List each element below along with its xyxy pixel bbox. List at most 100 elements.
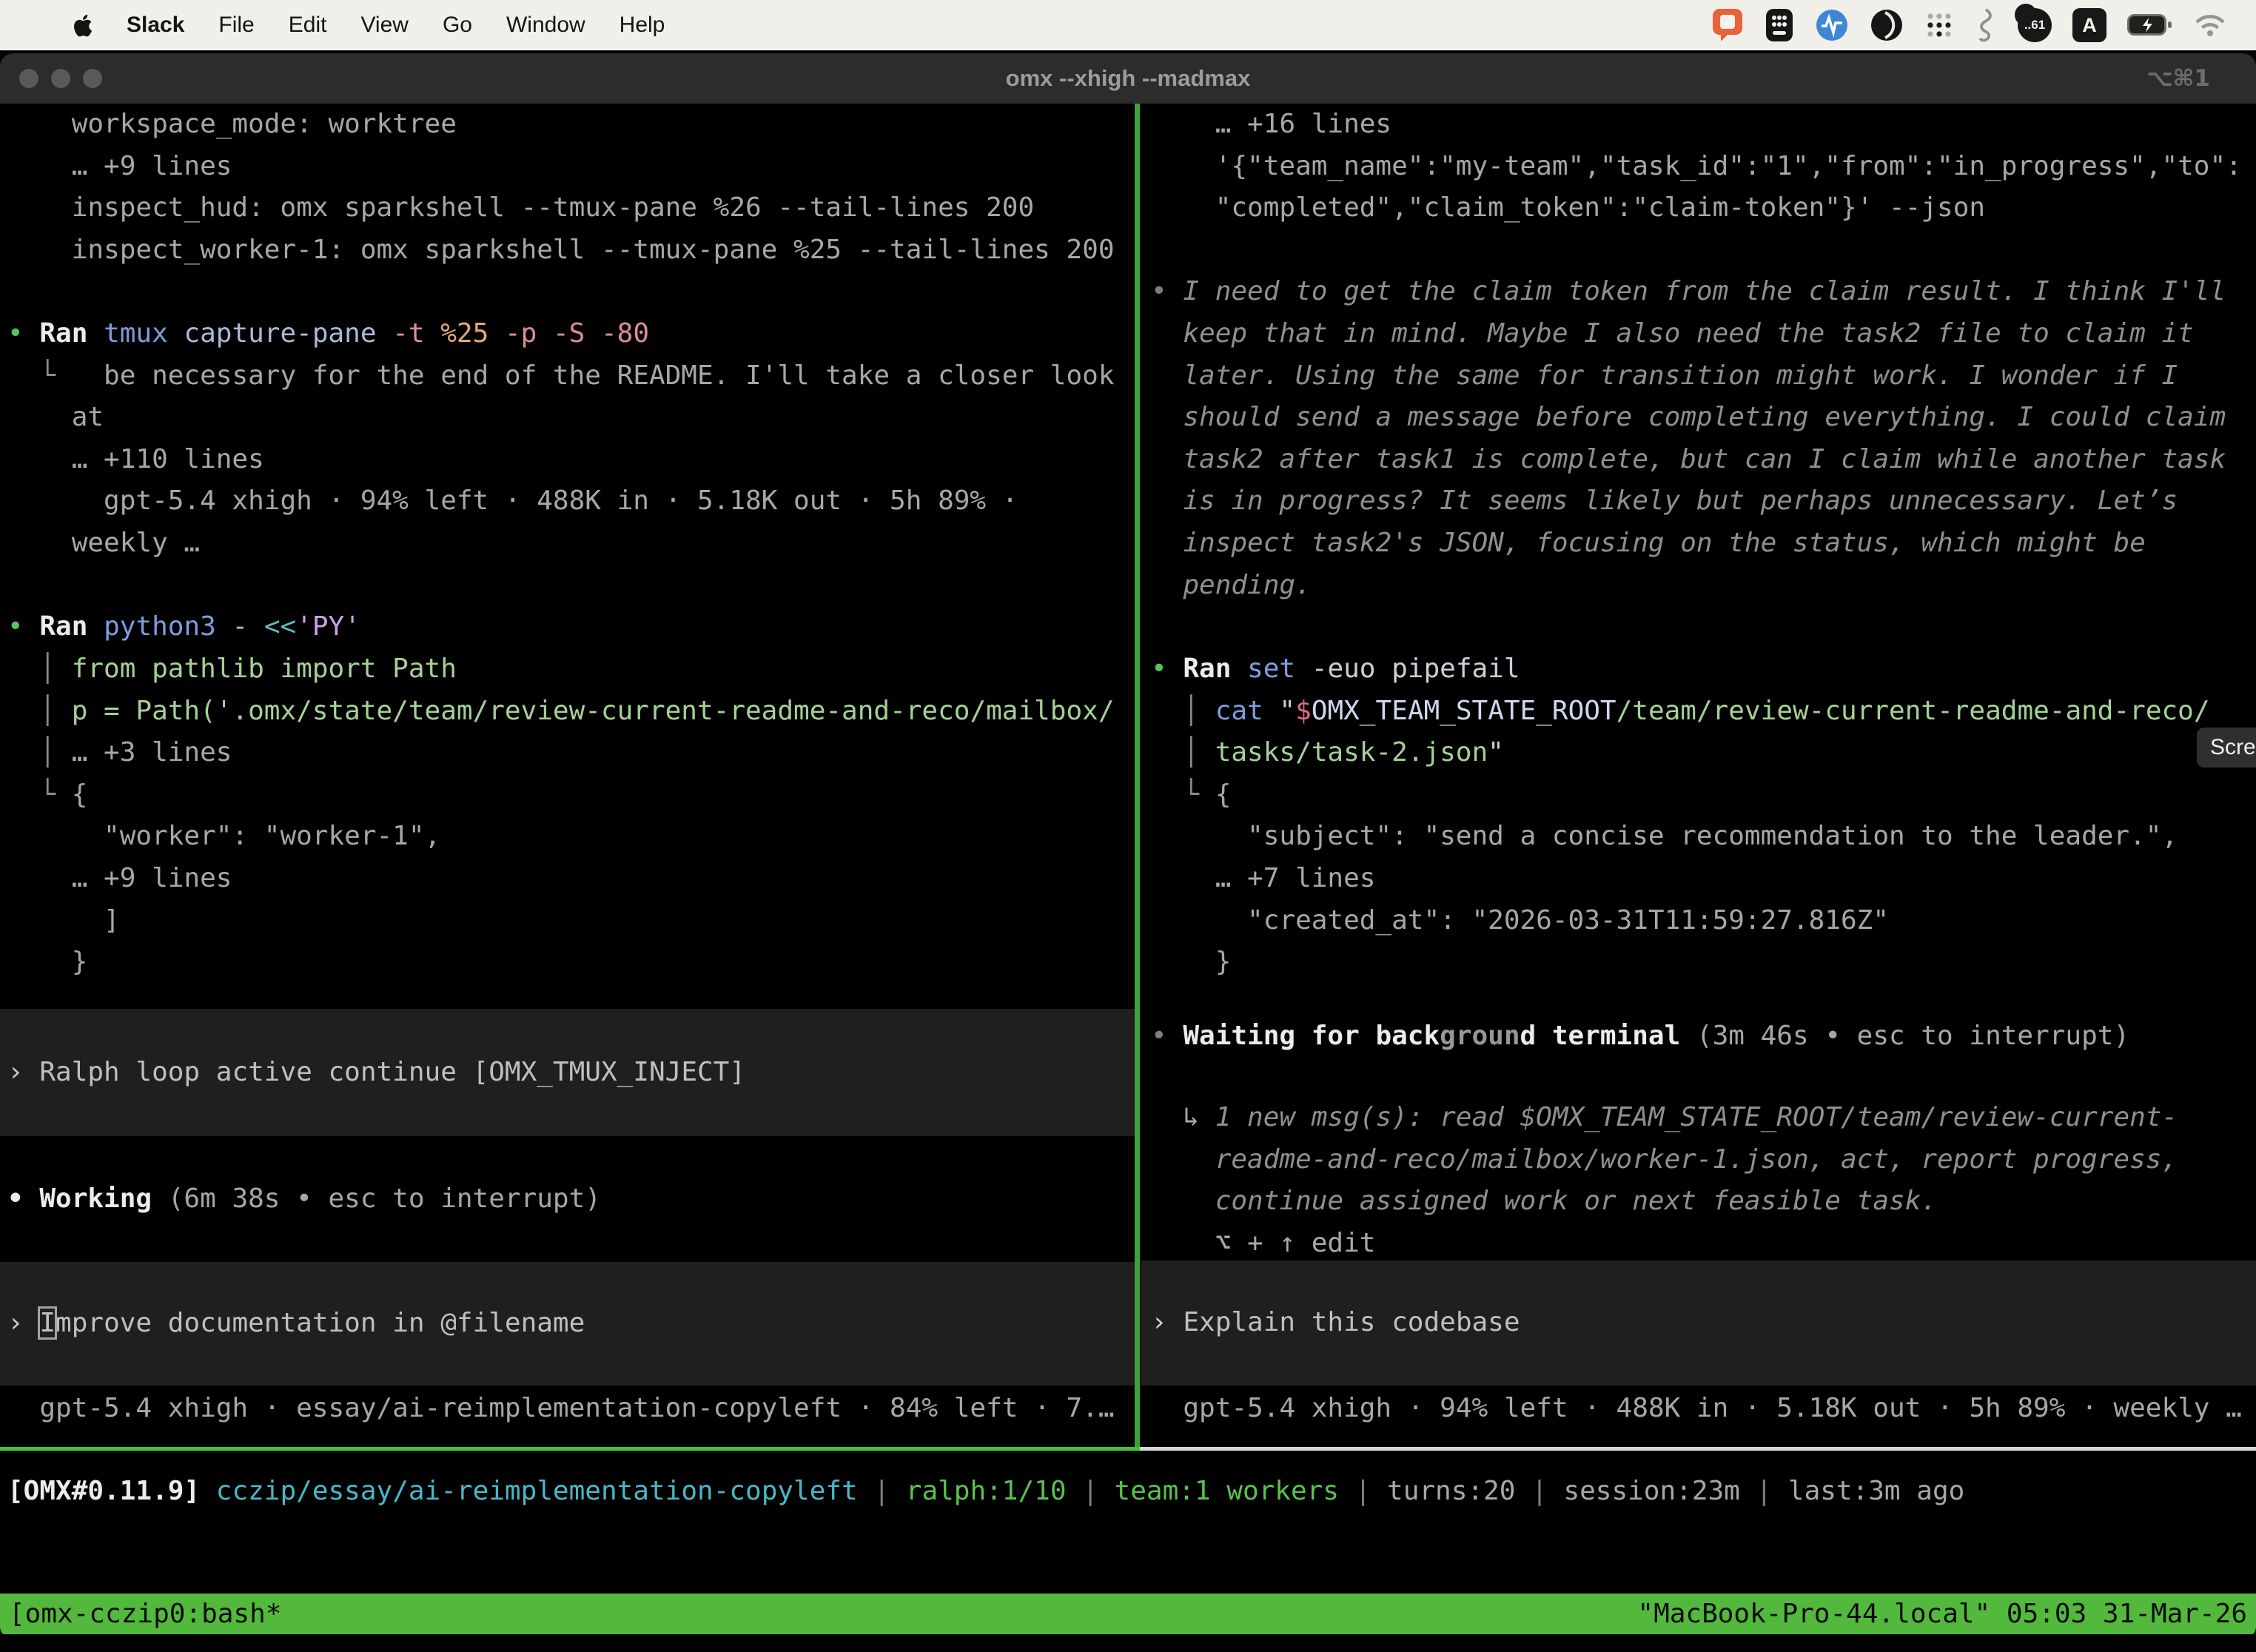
terminal-text-segment: … +7 lines	[1151, 863, 1375, 893]
terminal-text-segment: "completed","claim_token":"claim-token"}…	[1151, 192, 1985, 223]
terminal-text-segment: -	[232, 611, 263, 642]
terminal-text-segment: "worker": "worker-1",	[7, 821, 440, 851]
window-shortcut-hint: ⌥⌘1	[2146, 53, 2210, 104]
terminal-text-segment: set	[1247, 654, 1312, 684]
terminal-text-segment: … +110 lines	[7, 444, 264, 474]
left-ralph-loop-band[interactable]: › Ralph loop active continue [OMX_TMUX_I…	[0, 1009, 1135, 1136]
pulse-icon[interactable]	[1815, 8, 1849, 42]
terminal-text-segment: p = Path('.omx/state/team/review-current…	[72, 696, 1115, 726]
terminal-line	[1151, 606, 2256, 648]
terminal-line: later. Using the same for transition mig…	[1151, 355, 2256, 397]
terminal-text-segment: -t	[392, 318, 440, 349]
chat-bubble-glyph	[1711, 7, 1744, 43]
terminal-text-segment: }	[7, 947, 87, 977]
terminal-text-segment: session:23m	[1563, 1476, 1739, 1506]
menu-item-edit[interactable]: Edit	[289, 13, 327, 38]
terminal-line: └ {	[7, 774, 1135, 816]
terminal-text-segment: turns:20	[1387, 1476, 1515, 1506]
terminal-line: • Working (6m 38s • esc to interrupt)	[7, 1178, 1135, 1220]
terminal-content: workspace_mode: worktree … +9 lines insp…	[0, 104, 2256, 1594]
terminal-text-segment	[1151, 528, 1183, 558]
terminal-text-segment: 1 new msg(s): read $OMX_TEAM_STATE_ROOT/…	[1215, 1102, 2178, 1132]
wifi-icon[interactable]	[2194, 13, 2226, 38]
terminal-line: "subject": "send a concise recommendatio…	[1151, 816, 2256, 858]
terminal-line: │ tasks/task-2.json"	[1151, 732, 2256, 774]
terminal-text-segment: inspect_worker-1: omx sparkshell --tmux-…	[7, 235, 1115, 265]
right-pane-border	[1140, 1447, 2256, 1451]
terminal-text-segment: Explain this codebase	[1183, 1307, 1520, 1337]
terminal-line: task2 after task1 is complete, but can I…	[1151, 439, 2256, 481]
terminal-text-segment: is in progress? It seems likely but perh…	[1183, 486, 2178, 516]
terminal-line: › Ralph loop active continue [OMX_TMUX_I…	[7, 1052, 745, 1094]
terminal-window: omx --xhigh --madmax ⌥⌘1 workspace_mode:…	[0, 53, 2256, 1637]
terminal-text-segment: '{"team_name":"my-team","task_id":"1","f…	[1151, 151, 2242, 181]
terminal-text-segment: weekly …	[7, 528, 200, 558]
hook-icon[interactable]	[1975, 7, 1997, 43]
terminal-text-segment: at	[7, 402, 104, 432]
terminal-text-segment: … +9 lines	[7, 863, 232, 893]
terminal-line: › Explain this codebase	[1151, 1302, 1520, 1344]
left-pane-scrollback: workspace_mode: worktree … +9 lines insp…	[0, 104, 1135, 984]
menu-item-file[interactable]: File	[218, 13, 254, 38]
terminal-text-segment: cczip/essay/ai-reimplementation-copyleft	[216, 1476, 858, 1506]
terminal-text-segment: ⌥ + ↑ edit	[1151, 1228, 1375, 1258]
badge-61-icon[interactable]: ..61	[2018, 8, 2052, 42]
terminal-line	[7, 271, 1135, 313]
crescent-icon[interactable]	[1870, 8, 1904, 42]
terminal-text-segment: capture-pane	[184, 318, 392, 349]
terminal-line: • I need to get the claim token from the…	[1151, 271, 2256, 313]
menu-item-window[interactable]: Window	[506, 13, 585, 38]
terminal-text-segment: from pathlib import Path	[72, 654, 457, 684]
menu-item-slack[interactable]: Slack	[127, 13, 184, 38]
keyboard-glyph	[1765, 7, 1794, 43]
terminal-text-segment	[1151, 570, 1183, 600]
terminal-text-segment: workspace_mode: worktree	[7, 109, 457, 139]
terminal-line: • Ran tmux capture-pane -t %25 -p -S -80	[7, 313, 1135, 355]
keyboard-icon[interactable]	[1765, 7, 1794, 43]
letter-a-icon[interactable]: A	[2072, 8, 2106, 42]
terminal-text-segment: {	[1215, 779, 1232, 810]
terminal-line: │ p = Path('.omx/state/team/review-curre…	[7, 691, 1135, 733]
terminal-text-segment: $	[1295, 696, 1312, 726]
right-pane-scrollback: … +16 lines '{"team_name":"my-team","tas…	[1141, 104, 2256, 984]
menu-bar: Slack File Edit View Go Window Help	[0, 0, 2256, 50]
terminal-text-segment: [OMX#0.11.9]	[7, 1476, 200, 1506]
terminal-text-segment: later. Using the same for transition mig…	[1183, 360, 2178, 391]
window-titlebar[interactable]: omx --xhigh --madmax ⌥⌘1	[0, 53, 2256, 104]
terminal-text-segment: │	[7, 696, 72, 726]
terminal-text-segment: •	[1151, 276, 1183, 306]
terminal-line: ⌥ + ↑ edit	[1151, 1223, 2256, 1265]
left-composer-input[interactable]: › Improve documentation in @filename	[0, 1262, 1135, 1386]
terminal-line: │ cat "$OMX_TEAM_STATE_ROOT/team/review-…	[1151, 691, 2256, 733]
terminal-text-segment: "	[1488, 737, 1504, 768]
terminal-text-segment: │	[1151, 696, 1215, 726]
menu-item-go[interactable]: Go	[443, 13, 472, 38]
terminal-text-segment: |	[1515, 1476, 1563, 1506]
dots-grid-icon[interactable]	[1924, 10, 1954, 40]
terminal-text-segment: readme-and-reco/mailbox/worker-1.json, a…	[1151, 1144, 2178, 1175]
right-mailbox-message: ↳ 1 new msg(s): read $OMX_TEAM_STATE_ROO…	[1141, 1097, 2256, 1264]
terminal-text-segment: |	[858, 1476, 906, 1506]
terminal-text-segment: gpt-5.4 xhigh · 94% left · 488K in · 5.1…	[7, 486, 1018, 516]
menu-item-help[interactable]: Help	[620, 13, 665, 38]
crescent-glyph	[1870, 8, 1904, 42]
right-waiting-status: • Waiting for background terminal (3m 46…	[1141, 1015, 2256, 1058]
pane-divider[interactable]	[1135, 104, 1140, 1447]
battery-icon[interactable]	[2127, 13, 2173, 37]
terminal-text-segment: Ralph loop active continue [OMX_TMUX_INJ…	[39, 1057, 745, 1087]
terminal-text-segment: Ran	[39, 611, 104, 642]
left-pane-border	[0, 1447, 1140, 1451]
terminal-text-segment: d terminal	[1520, 1021, 1696, 1051]
chat-bubble-icon[interactable]	[1711, 7, 1744, 43]
terminal-text-segment: inspect_hud: omx sparkshell --tmux-pane …	[7, 192, 1034, 223]
terminal-line: • Ran set -euo pipefail	[1151, 648, 2256, 691]
terminal-text-segment: }	[1151, 947, 1231, 977]
screen-overlay-button[interactable]: Scre	[2197, 728, 2256, 768]
menu-item-view[interactable]: View	[360, 13, 408, 38]
terminal-text-segment: "	[1279, 696, 1295, 726]
right-composer-input[interactable]: › Explain this codebase	[1141, 1260, 2256, 1386]
apple-menu[interactable]	[73, 14, 93, 37]
terminal-text-segment: (6m 38s • esc to interrupt)	[168, 1183, 601, 1214]
terminal-line: └ be necessary for the end of the README…	[7, 355, 1135, 397]
terminal-line: inspect task2's JSON, focusing on the st…	[1151, 523, 2256, 565]
